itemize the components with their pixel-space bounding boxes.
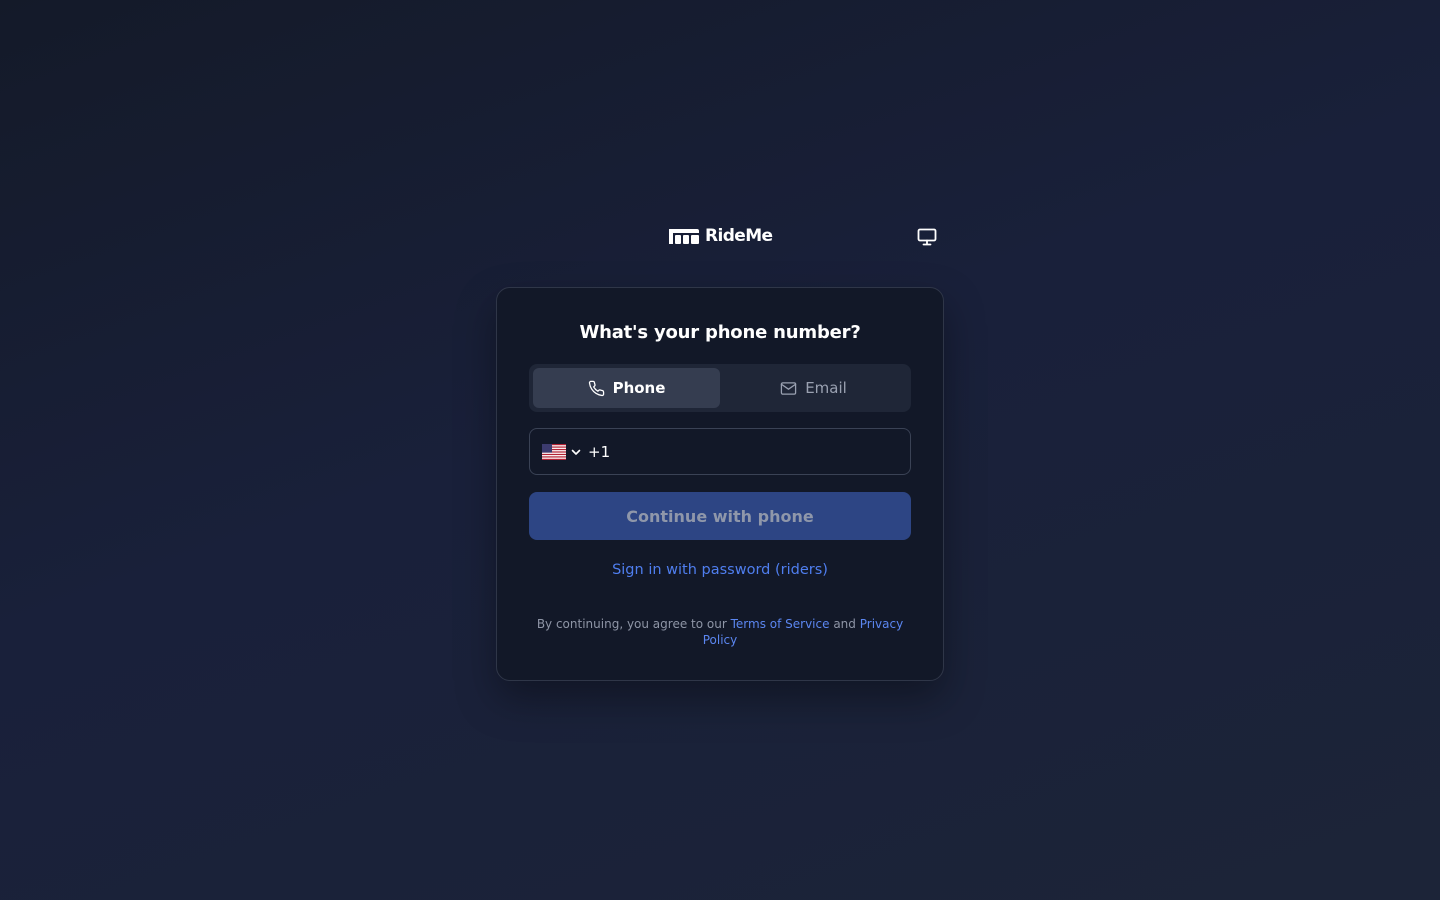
us-flag-icon <box>542 443 566 460</box>
legal-notice: By continuing, you agree to our Terms of… <box>533 616 907 648</box>
login-method-tabs: Phone Email <box>529 364 911 412</box>
country-code-select[interactable]: +1 <box>542 443 610 461</box>
phone-input[interactable] <box>610 429 910 474</box>
tab-phone[interactable]: Phone <box>533 368 720 408</box>
tab-email-label: Email <box>805 379 847 397</box>
monitor-icon <box>917 228 937 246</box>
terms-link[interactable]: Terms of Service <box>731 617 830 631</box>
legal-conjunction: and <box>833 617 856 631</box>
rideme-logo-icon <box>669 229 699 244</box>
password-signin-link[interactable]: Sign in with password (riders) <box>497 562 943 578</box>
page-title: What's your phone number? <box>579 322 861 343</box>
brand-logo[interactable]: RideMe <box>668 226 773 246</box>
tab-phone-label: Phone <box>612 379 666 397</box>
phone-icon <box>588 380 604 396</box>
header: RideMe <box>496 222 944 252</box>
brand-name: RideMe <box>705 226 773 246</box>
chevron-down-icon <box>571 449 581 455</box>
tab-email[interactable]: Email <box>720 368 907 408</box>
dial-code: +1 <box>588 442 611 461</box>
continue-button[interactable]: Continue with phone <box>529 492 911 540</box>
legal-prefix: By continuing, you agree to our <box>536 617 727 631</box>
phone-field: +1 <box>529 428 911 475</box>
mail-icon <box>780 381 797 395</box>
login-card: What's your phone number? Phone Email +1… <box>496 287 944 681</box>
display-mode-button[interactable] <box>916 226 938 248</box>
